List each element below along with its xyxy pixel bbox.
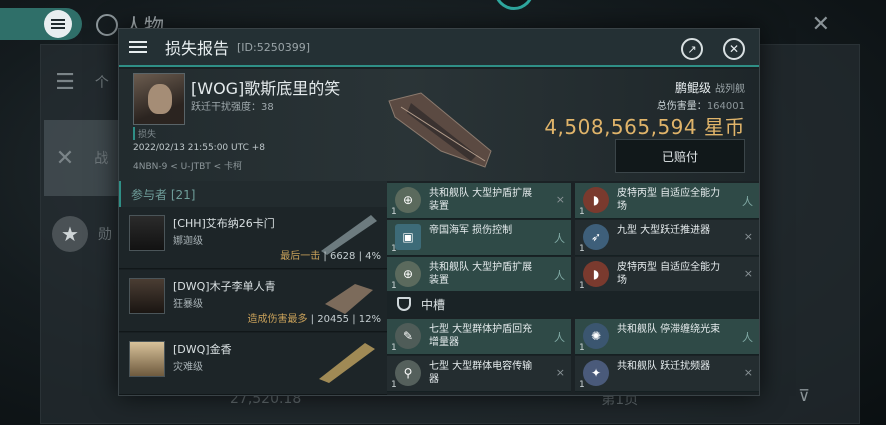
background-sidebar: ☰ 个 ✕ 战 ★ 勋 <box>44 52 120 272</box>
ship-class: 战列舰 <box>715 84 745 95</box>
warp-scrambler-icon: ✦ <box>583 360 609 386</box>
victim-avatar[interactable] <box>133 73 185 125</box>
filter-icon[interactable]: ⊽ <box>798 386 810 405</box>
participant-ship: 灾难级 <box>173 362 203 373</box>
module-item[interactable]: ➶ 1 九型 大型跃迁推进器 × <box>575 220 759 256</box>
participant-ship: 狂暴级 <box>173 299 203 310</box>
mid-slot-header: 中槽 <box>387 291 759 317</box>
sidebar-item-combat[interactable]: ✕ 战 <box>44 120 120 196</box>
shield-extender-icon: ⊕ <box>395 187 421 213</box>
total-damage: 总伤害量：164001 <box>656 101 745 112</box>
victim-name[interactable]: [WOG]歌斯底里的笑 <box>191 75 340 99</box>
participant-name: [CHH]艾布纳26卡门 <box>173 217 275 230</box>
participant-row[interactable]: [CHH]艾布纳26卡门 娜迦级 最后一击 | 6628 | 4% <box>119 207 387 269</box>
ship-image <box>388 92 492 168</box>
dialog-header: 损失报告 [ID:5250399] ↗ ✕ <box>119 29 759 67</box>
shield-slot-icon <box>397 297 411 311</box>
participant-stats: 造成伤害最多 | 20455 | 12% <box>247 314 382 325</box>
loss-report-dialog: 损失报告 [ID:5250399] ↗ ✕ [WOG]歌斯底里的笑 跃迁干扰强度… <box>118 28 760 396</box>
victim-warp-strength: 跃迁干扰强度：38 <box>191 102 274 113</box>
participants-header: 参与者 [21] <box>119 181 387 207</box>
participant-avatar <box>129 341 165 377</box>
stasis-web-icon: ✺ <box>583 323 609 349</box>
module-item[interactable]: ⚲ 1 七型 大型群体电容传输器 × <box>387 356 571 392</box>
app-close-icon[interactable]: ✕ <box>812 12 830 37</box>
isk-value: 4,508,565,594 星币 <box>544 115 745 139</box>
adaptive-field-icon: ◗ <box>583 187 609 213</box>
microwarpdrive-icon: ➶ <box>583 224 609 250</box>
participant-avatar <box>129 215 165 251</box>
module-item[interactable]: ✺ 1 共和舰队 停滞缠绕光束人 <box>575 319 759 355</box>
character-icon <box>96 13 118 36</box>
module-item[interactable]: ◗ 1 皮特丙型 自适应全能力场 × <box>575 257 759 293</box>
participant-ship-image <box>319 343 375 383</box>
module-item[interactable]: ✦ 1 共和舰队 跃迁扰频器 × <box>575 356 759 392</box>
adaptive-field-icon: ◗ <box>583 261 609 287</box>
paid-button[interactable]: 已赔付 <box>615 139 745 173</box>
capacitor-transfer-icon: ⚲ <box>395 360 421 386</box>
participants-panel: 参与者 [21] [CHH]艾布纳26卡门 娜迦级 最后一击 | 6628 | … <box>119 181 387 395</box>
ship-name[interactable]: 鹏鲲级 战列舰 <box>675 79 745 96</box>
fitting-panel: ⊕ 1 共和舰队 大型护盾扩展装置 × ◗ 1 皮特丙型 自适应全能力场人 ▣ 1 帝国海军 … <box>387 181 759 395</box>
participant-stats: 最后一击 | 6628 | 4% <box>280 251 381 262</box>
sidebar-item-medals[interactable]: ★ 勋 <box>44 204 120 264</box>
sidebar-item-profile[interactable]: ☰ 个 <box>44 52 120 112</box>
participant-ship: 娜迦级 <box>173 236 203 247</box>
loss-tag: 损失 <box>133 127 156 140</box>
participant-row[interactable]: [DWQ]金香 灾难级 <box>119 333 387 395</box>
star-icon: ★ <box>52 216 88 252</box>
module-item[interactable]: ▣ 1 帝国海军 损伤控制人 <box>387 220 571 256</box>
participant-avatar <box>129 278 165 314</box>
loss-time: 2022/02/13 21:55:00 UTC +8 <box>133 143 265 153</box>
app-menu-button[interactable] <box>0 8 82 40</box>
participant-row[interactable]: [DWQ]木子李单人青 狂暴级 造成伤害最多 | 20455 | 12% <box>119 270 387 332</box>
module-item[interactable]: ⊕ 1 共和舰队 大型护盾扩展装置人 <box>387 257 571 293</box>
participant-name: [DWQ]金香 <box>173 343 232 356</box>
share-icon[interactable]: ↗ <box>681 38 703 60</box>
shield-extender-icon: ⊕ <box>395 261 421 287</box>
dialog-title: 损失报告 <box>165 39 230 58</box>
menu-icon <box>44 10 72 38</box>
participant-name: [DWQ]木子李单人青 <box>173 280 276 293</box>
loss-location[interactable]: 4NBN-9 < U-JTBT < 卡柯 <box>133 159 242 172</box>
report-id[interactable]: [ID:5250399] <box>237 41 310 54</box>
damage-control-icon: ▣ <box>395 224 421 250</box>
close-icon[interactable]: ✕ <box>723 38 745 60</box>
module-item[interactable]: ✎ 1 七型 大型群体护盾回充增量器人 <box>387 319 571 355</box>
shield-booster-icon: ✎ <box>395 323 421 349</box>
dialog-menu-icon[interactable] <box>129 40 147 54</box>
module-item[interactable]: ⊕ 1 共和舰队 大型护盾扩展装置 × <box>387 183 571 219</box>
module-item[interactable]: ◗ 1 皮特丙型 自适应全能力场人 <box>575 183 759 219</box>
